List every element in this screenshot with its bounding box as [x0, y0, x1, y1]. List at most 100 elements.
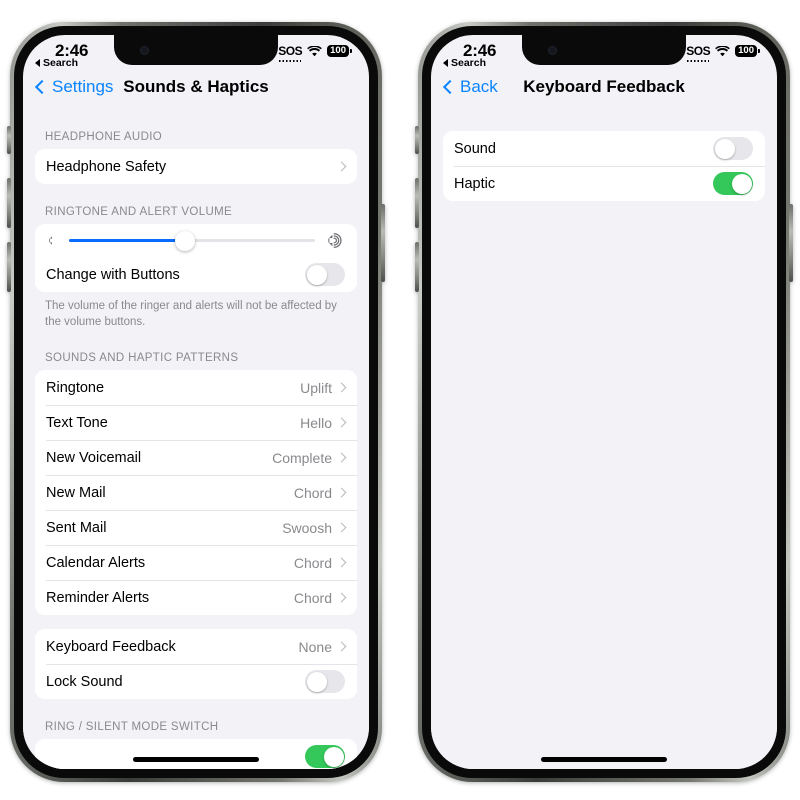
chevron-right-icon — [336, 557, 347, 568]
row-sound[interactable]: Sound — [443, 131, 765, 166]
row-trailing: Swoosh — [282, 519, 347, 536]
row-value: Chord — [293, 484, 332, 501]
settings-content: HEADPHONE AUDIO Headphone Safety RINGTONE … — [23, 109, 369, 769]
row-lock-sound[interactable]: Lock Sound — [35, 664, 357, 700]
toggle-sound[interactable] — [713, 137, 753, 160]
section-header: RINGTONE AND ALERT VOLUME — [45, 206, 233, 218]
volume-slider-row[interactable] — [35, 224, 357, 257]
volume-slider-thumb[interactable] — [174, 230, 195, 251]
nav-back-label: Settings — [52, 77, 114, 96]
chevron-left-icon — [442, 79, 458, 95]
chevron-right-icon — [336, 452, 347, 463]
section-footer: The volume of the ringer and alerts will… — [45, 300, 337, 328]
power-button[interactable] — [381, 204, 385, 282]
row-text-tone[interactable]: Text Tone Hello — [35, 405, 357, 441]
row-label: Ringtone — [46, 379, 105, 396]
device-bezel: Search 2:46 SOS 100 Back Keyboard Feedback Sou… — [422, 26, 786, 778]
row-trailing — [305, 670, 345, 694]
row-value: Complete — [272, 449, 332, 466]
toggle-knob — [323, 746, 344, 767]
settings-card: Ringtone Uplift Text Tone Hello New Voicemai… — [35, 370, 357, 616]
row-trailing: None — [299, 639, 347, 655]
toggle-knob — [306, 671, 327, 692]
row-trailing — [336, 161, 347, 172]
row-trailing: Chord — [293, 554, 347, 571]
settings-card: Change with Buttons — [35, 224, 357, 292]
row-haptic[interactable]: Haptic — [443, 166, 765, 201]
toggle-change-with-buttons[interactable] — [305, 263, 345, 286]
chevron-right-icon — [336, 522, 347, 533]
row-trailing: Complete — [272, 449, 347, 466]
volume-slider-track[interactable] — [69, 230, 315, 251]
nav-back-button[interactable]: Back — [442, 77, 498, 97]
row-value: Swoosh — [282, 519, 332, 536]
ring-silent-switch-button[interactable] — [7, 126, 11, 154]
row-label: Keyboard Feedback — [46, 638, 176, 655]
row-value: Chord — [293, 589, 332, 606]
chevron-right-icon — [336, 641, 347, 652]
section-header: SOUNDS AND HAPTIC PATTERNS — [45, 352, 239, 365]
home-indicator[interactable] — [541, 757, 667, 762]
row-change-with-buttons[interactable]: Change with Buttons — [35, 257, 357, 292]
volume-down-button[interactable] — [415, 242, 419, 292]
device-bezel: Search 2:46 SOS 100 Settings Sounds & Haptics… — [14, 26, 378, 778]
section-header: HEADPHONE AUDIO — [45, 131, 163, 143]
row-keyboard-feedback[interactable]: Keyboard Feedback None — [35, 629, 357, 665]
row-new-mail[interactable]: New Mail Chord — [35, 475, 357, 511]
back-to-app-indicator[interactable]: Search — [443, 57, 486, 69]
row-value: Uplift — [300, 379, 332, 396]
settings-card: Headphone Safety — [35, 149, 357, 184]
toggle-knob — [306, 264, 327, 285]
row-trailing — [305, 745, 345, 769]
speaker-high-icon — [328, 233, 342, 248]
row-headphone-safety[interactable]: Headphone Safety — [35, 149, 357, 184]
back-to-app-indicator[interactable]: Search — [35, 57, 78, 69]
volume-slider-fill — [69, 239, 185, 242]
row-calendar-alerts[interactable]: Calendar Alerts Chord — [35, 545, 357, 581]
settings-card — [35, 739, 357, 769]
row-label: Text Tone — [46, 414, 108, 431]
sos-indicator: SOS — [686, 44, 711, 62]
power-button[interactable] — [789, 204, 793, 282]
volume-down-button[interactable] — [7, 242, 11, 292]
status-indicators: SOS 100 — [686, 44, 757, 62]
navigation-bar: Settings Sounds & Haptics — [23, 65, 369, 109]
back-triangle-icon — [35, 59, 40, 67]
status-indicators: SOS 100 — [278, 44, 349, 62]
volume-up-button[interactable] — [415, 178, 419, 228]
row-new-voicemail[interactable]: New Voicemail Complete — [35, 440, 357, 476]
row-reminder-alerts[interactable]: Reminder Alerts Chord — [35, 580, 357, 616]
row-trailing: Hello — [300, 415, 347, 431]
toggle-knob — [731, 173, 752, 194]
row-label: Headphone Safety — [46, 158, 167, 175]
row-label: Sent Mail — [46, 519, 107, 536]
row-value: Chord — [293, 554, 332, 571]
toggle-lock-sound[interactable] — [305, 670, 345, 694]
screen-keyboard-feedback: Search 2:46 SOS 100 Back Keyboard Feedback Sou… — [431, 35, 777, 769]
settings-card: Keyboard Feedback None Lock Sound — [35, 629, 357, 700]
row-trailing — [713, 137, 753, 160]
toggle-switch[interactable] — [305, 745, 345, 769]
row-trailing: Chord — [293, 589, 347, 606]
settings-content: Sound Haptic — [431, 109, 777, 769]
chevron-left-icon — [34, 79, 50, 95]
row-trailing — [713, 172, 753, 195]
nav-back-label: Back — [460, 77, 498, 96]
toggle-haptic[interactable] — [713, 172, 753, 195]
home-indicator[interactable] — [133, 757, 259, 762]
row-label: Lock Sound — [46, 673, 123, 690]
volume-up-button[interactable] — [7, 178, 11, 228]
section-header: RING / SILENT MODE SWITCH — [45, 721, 219, 734]
row-sent-mail[interactable]: Sent Mail Swoosh — [35, 510, 357, 546]
ring-silent-switch-button[interactable] — [415, 126, 419, 154]
back-to-app-label: Search — [43, 57, 79, 69]
nav-back-button[interactable]: Settings — [34, 77, 114, 97]
row-ringtone[interactable]: Ringtone Uplift — [35, 370, 357, 406]
wifi-icon — [715, 45, 730, 56]
row-row[interactable] — [35, 739, 357, 769]
row-label: New Voicemail — [46, 449, 142, 466]
